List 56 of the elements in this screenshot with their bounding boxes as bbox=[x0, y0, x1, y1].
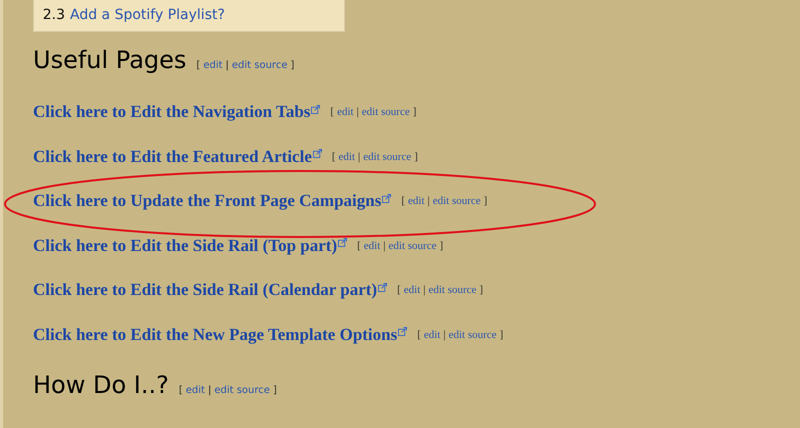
bracket: [ bbox=[332, 150, 336, 163]
separator: | bbox=[428, 195, 430, 208]
edit-source-link[interactable]: edit source bbox=[388, 240, 436, 252]
external-link-icon bbox=[378, 282, 388, 292]
edit-link[interactable]: edit bbox=[424, 328, 440, 341]
edit-link[interactable]: edit bbox=[364, 240, 380, 252]
bracket: [ bbox=[357, 240, 361, 252]
external-link-icon bbox=[311, 104, 320, 114]
edit-link[interactable]: edit bbox=[337, 106, 354, 118]
toc-number: 2.3 bbox=[42, 6, 65, 24]
toc-link[interactable]: Add a Spotify Playlist? bbox=[70, 6, 225, 24]
bracket: ] bbox=[479, 284, 484, 296]
edit-source-link[interactable]: edit source bbox=[214, 385, 270, 396]
bracket: ] bbox=[500, 328, 504, 341]
edit-source-link[interactable]: edit source bbox=[448, 328, 497, 341]
page-link[interactable]: Click here to Edit the Side Rail (Top part) bbox=[33, 236, 338, 256]
edit-link[interactable]: edit bbox=[338, 150, 356, 163]
page-link[interactable]: Click here to Edit the New Page Template Options bbox=[33, 324, 398, 345]
edit-link[interactable]: edit bbox=[186, 385, 205, 396]
edit-source-link[interactable]: edit source bbox=[232, 60, 288, 71]
separator: | bbox=[208, 385, 212, 396]
separator: | bbox=[423, 284, 426, 296]
bracket: ] bbox=[439, 240, 444, 252]
bracket: [ bbox=[417, 328, 421, 341]
external-link-icon bbox=[398, 327, 408, 336]
separator: | bbox=[226, 60, 229, 71]
edit-link[interactable]: edit bbox=[404, 284, 420, 296]
edit-link[interactable]: edit bbox=[203, 60, 223, 71]
page-link[interactable]: Click here to Edit the Featured Article bbox=[33, 146, 312, 167]
edit-source-link[interactable]: edit source bbox=[363, 150, 412, 163]
page-link[interactable]: Click here to Update the Front Page Campaigns bbox=[33, 191, 382, 212]
separator: | bbox=[443, 328, 446, 341]
separator: | bbox=[383, 240, 386, 252]
bracket: [ bbox=[196, 60, 200, 71]
external-link-icon bbox=[338, 238, 348, 248]
bracket: [ bbox=[401, 195, 405, 208]
external-link-icon bbox=[382, 194, 392, 203]
bracket: [ bbox=[330, 106, 334, 118]
page-link[interactable]: Click here to Edit the Side Rail (Calendar part) bbox=[33, 280, 378, 300]
edit-link[interactable]: edit bbox=[408, 195, 424, 208]
bracket: [ bbox=[397, 284, 401, 296]
bracket: ] bbox=[412, 106, 416, 118]
bracket: ] bbox=[414, 150, 418, 163]
bracket: [ bbox=[178, 385, 183, 396]
page-link[interactable]: Click here to Edit the Navigation Tabs bbox=[33, 102, 310, 122]
section-heading: Useful Pages bbox=[33, 45, 186, 76]
separator: | bbox=[356, 106, 359, 118]
section-heading: How Do I..? bbox=[33, 370, 169, 401]
external-link-icon bbox=[312, 149, 322, 158]
edit-source-link[interactable]: edit source bbox=[428, 284, 476, 296]
bracket: ] bbox=[484, 195, 488, 208]
separator: | bbox=[358, 150, 360, 163]
edit-source-link[interactable]: edit source bbox=[432, 195, 481, 208]
bracket: ] bbox=[272, 385, 277, 396]
bracket: ] bbox=[290, 60, 294, 71]
edit-source-link[interactable]: edit source bbox=[362, 106, 410, 118]
